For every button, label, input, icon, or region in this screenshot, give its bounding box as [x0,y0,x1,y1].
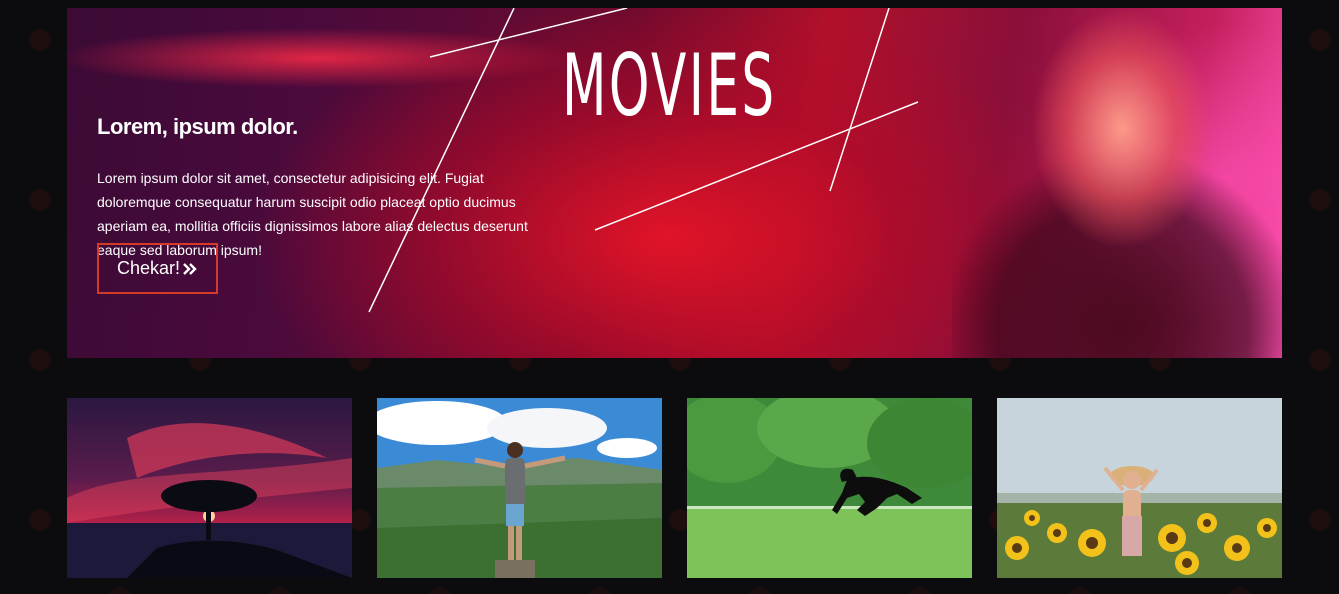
chekar-button-label: Chekar! [116,258,181,278]
sunflower-woman-image[interactable] [997,398,1282,578]
hero-title: MOVIES [562,36,777,136]
black-horse-image[interactable] [687,398,972,578]
chekar-button[interactable]: Chekar! [97,243,218,294]
decor-line [829,8,890,192]
hero-banner: MOVIES Lorem, ipsum dolor. Lorem ipsum d… [67,8,1282,358]
double-chevron-right-icon [183,262,197,275]
hero-heading: Lorem, ipsum dolor. [97,114,298,139]
man-mountain-image[interactable] [377,398,662,578]
sunset-tree-image[interactable] [67,398,352,578]
